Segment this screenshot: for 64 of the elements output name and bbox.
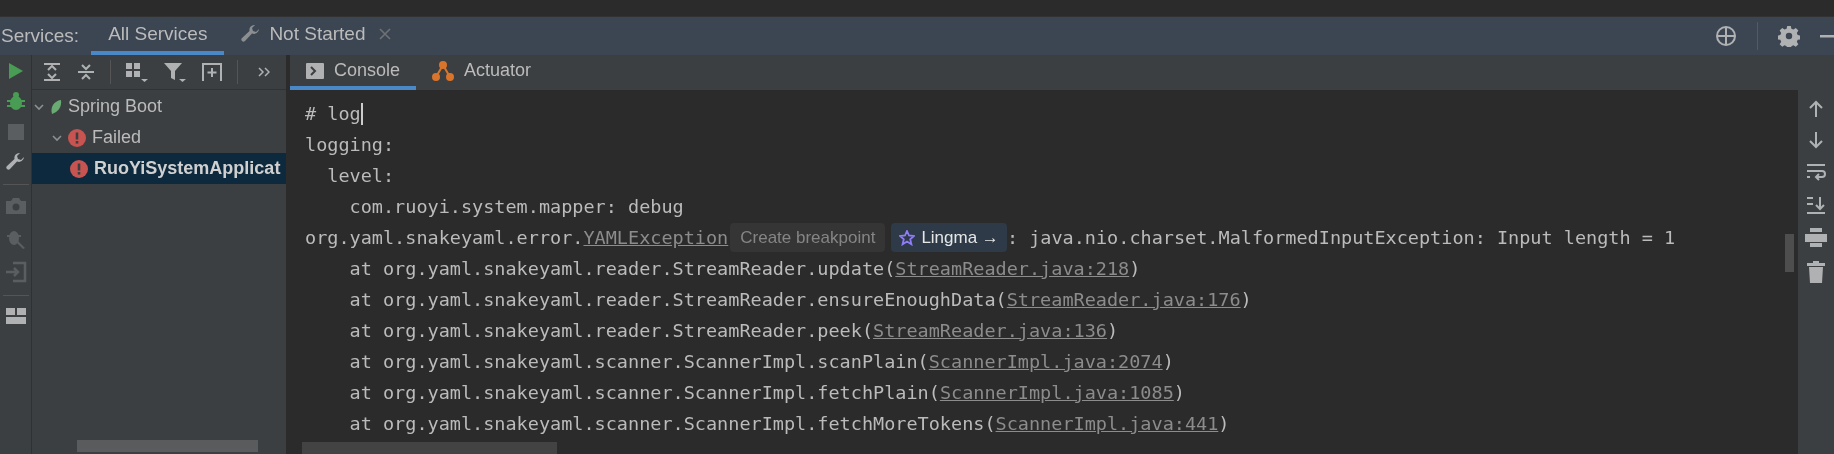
console-line: # log — [305, 101, 361, 126]
filter-icon[interactable] — [163, 61, 187, 83]
console-text: at org.yaml.snakeyaml.reader.StreamReader.peek( — [348, 318, 874, 343]
console-text: ) — [1106, 318, 1119, 343]
lingma-button[interactable]: Lingma → — [891, 223, 1007, 252]
source-link[interactable]: ScannerImpl.java:441 — [995, 409, 1219, 438]
services-label: Services: — [0, 23, 81, 48]
debug-icon[interactable] — [5, 92, 26, 112]
print-icon[interactable] — [1805, 228, 1827, 248]
expand-all-icon[interactable] — [42, 62, 62, 82]
source-link[interactable]: ScannerImpl.java:2074 — [928, 347, 1163, 376]
console-text: at org.yaml.snakeyaml.scanner.ScannerImpl.fetchMoreTokens( — [348, 411, 996, 436]
tree-item[interactable]: RuoYiSystemApplicat — [32, 153, 286, 184]
tree-item[interactable]: Failed — [32, 122, 286, 153]
console-text: ) — [1173, 380, 1185, 405]
terminal-icon — [306, 62, 324, 79]
console-text: at org.yaml.snakeyaml.reader.StreamReader.ensureEnoughData( — [348, 287, 1007, 312]
run-icon[interactable] — [7, 62, 24, 80]
console-text: at org.yaml.snakeyaml.scanner.ScannerImpl.fetchPlain( — [348, 380, 940, 405]
settings-icon[interactable] — [1778, 25, 1800, 47]
source-link[interactable]: StreamReader.java:176 — [1006, 285, 1241, 314]
console-text: ) — [1129, 256, 1141, 281]
wrench-icon[interactable] — [5, 152, 26, 172]
source-link[interactable]: ScannerImpl.java:1085 — [939, 378, 1174, 407]
scrollbar-thumb[interactable] — [77, 440, 258, 452]
error-icon — [70, 159, 88, 178]
console-text: : java.nio.charset.MalformedInputException: Input length = 1 — [1006, 225, 1676, 250]
chevron-down-icon[interactable] — [52, 132, 62, 143]
console-text: org.yaml.snakeyaml.error. — [305, 225, 584, 250]
source-link[interactable]: StreamReader.java:218 — [895, 254, 1130, 283]
group-icon[interactable] — [125, 61, 149, 83]
console-line: level: — [326, 163, 395, 188]
create-breakpoint-hint[interactable]: Create breakpoint — [730, 223, 886, 252]
scroll-to-end-icon[interactable] — [1806, 195, 1826, 215]
layout-icon[interactable] — [5, 308, 26, 324]
arrow-up-icon[interactable] — [1808, 100, 1824, 118]
collapse-all-icon[interactable] — [76, 62, 96, 82]
leaf-icon — [50, 98, 62, 115]
error-icon — [68, 128, 86, 147]
chevron-down-icon[interactable] — [34, 101, 44, 112]
console-line: logging: — [305, 132, 395, 157]
star-icon — [899, 229, 916, 246]
trash-icon[interactable] — [1807, 261, 1825, 283]
console-tab[interactable]: Actuator — [416, 55, 548, 90]
wrench-icon — [241, 24, 262, 44]
exception-link[interactable]: YAMLException — [583, 223, 729, 252]
nodes-icon — [432, 60, 455, 81]
arrow-down-icon[interactable] — [1808, 131, 1824, 149]
scrollbar-thumb[interactable] — [302, 442, 557, 454]
console-text: ) — [1240, 287, 1252, 312]
minimize-icon[interactable] — [1820, 34, 1834, 38]
soft-wrap-icon[interactable] — [1806, 162, 1826, 182]
tree-item[interactable]: Spring Boot — [32, 91, 286, 122]
services-tab[interactable]: Not Started — [224, 17, 409, 55]
console-text: at org.yaml.snakeyaml.reader.StreamReader.update( — [348, 256, 896, 281]
console-text: at org.yaml.snakeyaml.scanner.ScannerImpl.scanPlain( — [348, 349, 929, 374]
scrollbar-thumb[interactable] — [1785, 234, 1794, 272]
console-line: com.ruoyi.system.mapper: debug — [348, 194, 684, 219]
console-text: ) — [1218, 411, 1230, 436]
more-icon[interactable] — [258, 67, 270, 77]
add-service-icon[interactable] — [201, 62, 223, 82]
crosshair-icon[interactable] — [1715, 25, 1737, 47]
console-text: ) — [1162, 349, 1174, 374]
source-link[interactable]: StreamReader.java:136 — [873, 316, 1107, 345]
